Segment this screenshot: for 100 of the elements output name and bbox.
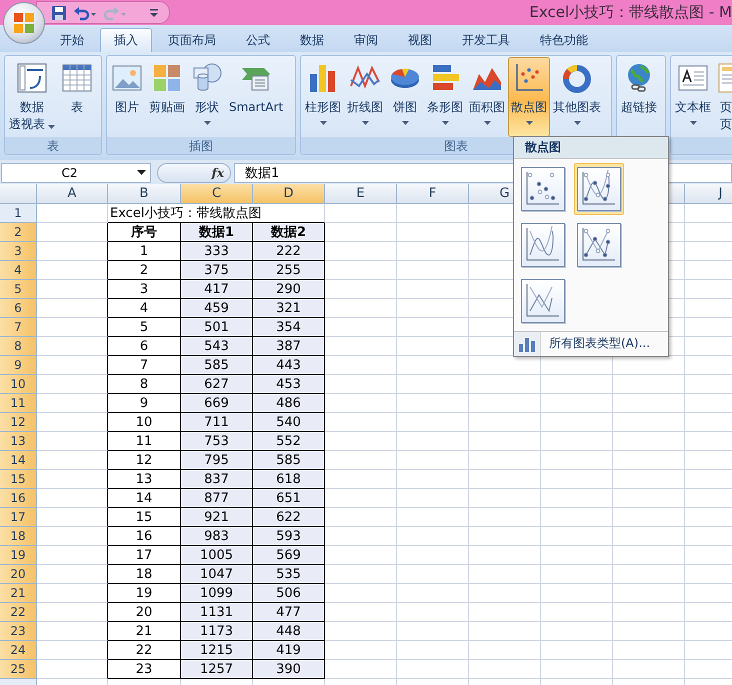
grid-cell[interactable] [37,261,108,280]
ribbon-tab[interactable]: 公式 [232,28,284,52]
row-header[interactable]: 16 [0,489,37,508]
row-header[interactable]: 9 [0,356,37,375]
row-header[interactable]: 10 [0,375,37,394]
row-header[interactable]: 3 [0,242,37,261]
grid-cell[interactable] [37,622,108,641]
menu-item[interactable]: 所有图表类型(A)... [514,330,668,356]
row-header[interactable]: 5 [0,280,37,299]
grid-cell[interactable] [37,280,108,299]
row-header[interactable]: 19 [0,546,37,565]
ribbon-button[interactable]: 页 页 [714,57,732,137]
table-cell: 22 [108,641,181,660]
table-cell: 711 [181,413,253,432]
ribbon-button[interactable]: 条形图 [424,57,466,137]
grid-cell[interactable] [37,318,108,337]
ribbon-button[interactable]: SmartArt [226,57,286,137]
row-header[interactable]: 4 [0,261,37,280]
grid-cell[interactable] [37,546,108,565]
ribbon-tab[interactable]: 视图 [394,28,446,52]
table-cell: 5 [108,318,181,337]
grid-cell[interactable] [37,641,108,660]
row-header[interactable]: 11 [0,394,37,413]
table-cell: 618 [253,470,325,489]
table-cell: 459 [181,299,253,318]
select-all-button[interactable] [0,184,37,204]
grid-cell[interactable] [37,356,108,375]
column-header[interactable]: D [253,184,325,204]
ribbon-button[interactable]: 表 [58,57,96,137]
ribbon-button[interactable]: 图片 [108,57,146,137]
ribbon-tab[interactable]: 数据 [286,28,338,52]
table-cell: 18 [108,565,181,584]
grid-cell[interactable] [37,413,108,432]
grid-cell[interactable] [37,375,108,394]
ribbon-button[interactable]: 剪贴画 [146,57,188,137]
insert-function-button[interactable]: fx [212,166,224,180]
row-header[interactable]: 15 [0,470,37,489]
grid-cell[interactable] [37,489,108,508]
table-cell: 387 [253,337,325,356]
column-header[interactable]: C [181,184,253,204]
column-header[interactable]: E [325,184,397,204]
ribbon-tab[interactable]: 页面布局 [154,28,230,52]
row-header[interactable]: 12 [0,413,37,432]
ribbon-tab[interactable]: 开发工具 [448,28,524,52]
ribbon-tab[interactable]: 开始 [46,28,98,52]
save-icon[interactable] [51,4,67,20]
row-header[interactable]: 13 [0,432,37,451]
grid-cell[interactable] [37,565,108,584]
grid-cell[interactable] [37,432,108,451]
row-header[interactable]: 24 [0,641,37,660]
column-header[interactable]: F [397,184,469,204]
ribbon-tab[interactable]: 特色功能 [526,28,602,52]
row-header[interactable]: 17 [0,508,37,527]
grid-cell[interactable] [37,527,108,546]
grid-cell[interactable] [37,337,108,356]
ribbon-button[interactable]: 文本框 [672,57,714,137]
grid-cell[interactable] [37,660,108,679]
grid-cell[interactable] [37,470,108,489]
undo-icon[interactable] [73,4,97,20]
grid-cell[interactable] [37,584,108,603]
table-cell: 8 [108,375,181,394]
customize-caret-icon[interactable] [149,6,159,18]
row-header[interactable]: 2 [0,223,37,242]
row-header[interactable]: 23 [0,622,37,641]
grid-cell[interactable] [37,603,108,622]
row-header[interactable]: 1 [0,204,37,223]
grid-cell[interactable] [37,242,108,261]
column-header[interactable]: B [108,184,181,204]
ribbon-button[interactable]: 饼图 [386,57,424,137]
redo-icon[interactable] [103,4,127,20]
row-header[interactable]: 25 [0,660,37,679]
row-header[interactable]: 8 [0,337,37,356]
grid-cell[interactable] [37,508,108,527]
row-header[interactable]: 6 [0,299,37,318]
ribbon-button[interactable]: 其他图表 [550,57,604,137]
ribbon-tab[interactable]: 插入 [100,28,152,52]
group-label: 表 [5,137,101,154]
ribbon-button[interactable]: 散点图 [508,57,550,137]
grid-cell[interactable] [37,223,108,242]
name-box[interactable]: C2 [1,162,151,182]
grid-cell[interactable] [37,451,108,470]
ribbon-button[interactable]: 面积图 [466,57,508,137]
smooth-line-markers-icon[interactable] [574,162,624,215]
grid-cell[interactable] [37,394,108,413]
ribbon-tab[interactable]: 审阅 [340,28,392,52]
table-cell: 506 [253,584,325,603]
ribbon-button[interactable]: 数据 透视表 [6,57,58,137]
ribbon-button[interactable]: 柱形图 [302,57,344,137]
row-header[interactable]: 22 [0,603,37,622]
ribbon-button[interactable]: 形状 [188,57,226,137]
column-header[interactable]: A [37,184,108,204]
row-header[interactable]: 20 [0,565,37,584]
grid-cell[interactable] [37,299,108,318]
ribbon-button[interactable]: 折线图 [344,57,386,137]
row-header[interactable]: 18 [0,527,37,546]
caret-icon[interactable] [137,170,146,175]
column-header[interactable]: J [685,184,732,204]
row-header[interactable]: 14 [0,451,37,470]
row-header[interactable]: 7 [0,318,37,337]
row-header[interactable]: 21 [0,584,37,603]
